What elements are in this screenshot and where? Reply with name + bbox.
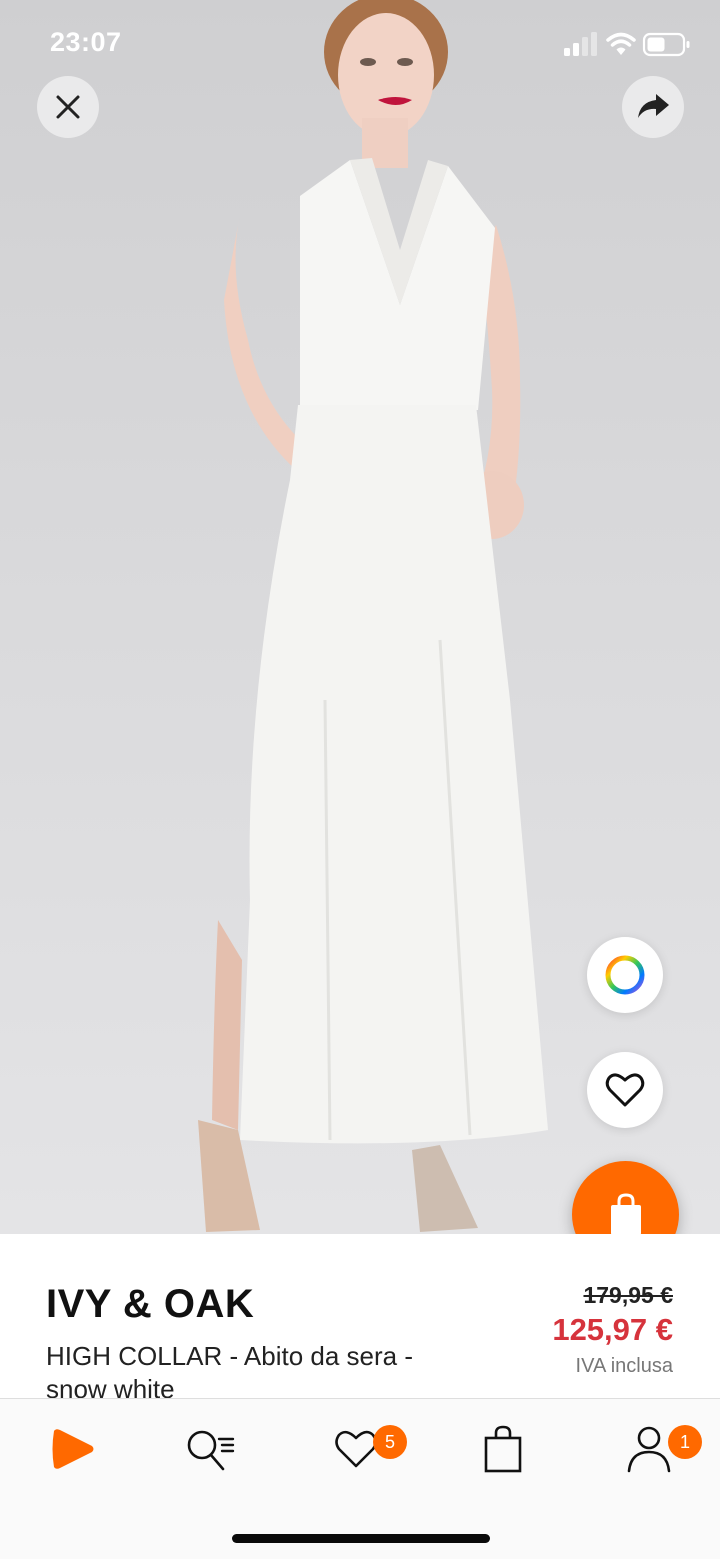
original-price: 179,95 € xyxy=(583,1282,673,1308)
share-button[interactable] xyxy=(622,76,684,138)
search-list-icon xyxy=(187,1430,235,1471)
bottom-tab-bar: 5 1 xyxy=(0,1398,720,1559)
color-picker-button[interactable] xyxy=(587,937,663,1013)
wishlist-button[interactable] xyxy=(587,1052,663,1128)
sale-price: 125,97 € xyxy=(552,1312,673,1347)
bag-icon xyxy=(484,1425,522,1473)
tax-note: IVA inclusa xyxy=(575,1355,673,1377)
tab-wishlist[interactable]: 5 xyxy=(311,1419,407,1479)
signal-icon xyxy=(564,32,597,56)
tab-home[interactable] xyxy=(27,1419,117,1479)
product-name: HIGH COLLAR - Abito da sera - snow white xyxy=(46,1341,414,1404)
tab-search[interactable] xyxy=(169,1419,259,1479)
heart-icon xyxy=(605,1073,645,1107)
status-time: 23:07 xyxy=(50,27,122,57)
close-icon xyxy=(56,95,80,119)
person-icon xyxy=(627,1426,671,1473)
account-notification-badge: 1 xyxy=(668,1425,702,1459)
wishlist-count-badge: 5 xyxy=(373,1425,407,1459)
share-arrow-icon xyxy=(638,94,669,118)
heart-icon xyxy=(335,1430,377,1468)
status-bar: 23:07 xyxy=(0,0,720,90)
status-icons xyxy=(564,31,692,59)
shopping-bag-icon xyxy=(610,1192,641,1235)
tab-account[interactable]: 1 xyxy=(604,1419,702,1479)
model-dress-illustration xyxy=(198,0,548,1232)
color-wheel-icon xyxy=(605,955,645,995)
wifi-icon xyxy=(606,32,636,55)
battery-icon xyxy=(642,32,690,57)
product-image[interactable]: 23:07 xyxy=(0,0,720,1234)
tab-cart[interactable] xyxy=(458,1419,548,1479)
close-button[interactable] xyxy=(37,76,99,138)
home-indicator xyxy=(232,1534,490,1543)
product-brand[interactable]: IVY & OAK xyxy=(46,1282,254,1327)
zalando-logo-icon xyxy=(52,1429,94,1469)
product-info: IVY & OAK HIGH COLLAR - Abito da sera - … xyxy=(0,1234,720,1404)
